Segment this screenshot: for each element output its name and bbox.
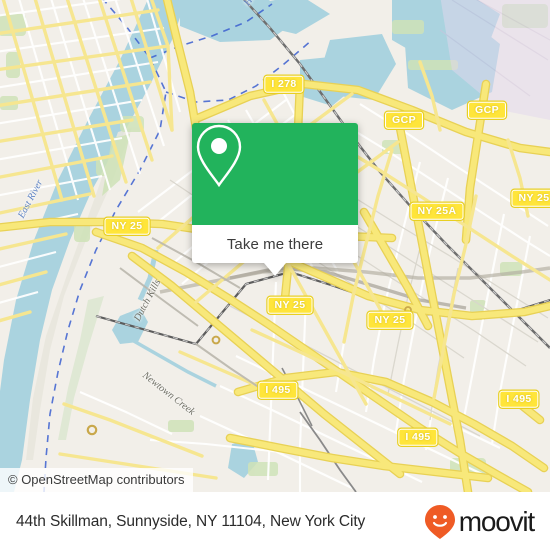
road-shield-gcp-west[interactable]: GCP [385, 111, 423, 129]
popup-pointer [264, 263, 286, 276]
map-canvas[interactable]: East River Hell Dutch Kills Newtown Cree… [0, 0, 550, 492]
moovit-pin-icon [424, 504, 455, 539]
moovit-logo[interactable]: moovit [424, 504, 535, 540]
popup-footer[interactable]: Take me there [192, 225, 358, 263]
address-label: 44th Skillman, Sunnyside, NY 11104, New … [16, 512, 366, 530]
take-me-there-label: Take me there [226, 235, 324, 253]
map-attribution[interactable]: © OpenStreetMap contributors [0, 468, 193, 492]
road-shield-ny-25-far-east[interactable]: NY 25 [511, 189, 550, 207]
popup-header [192, 123, 358, 225]
bottom-bar: 44th Skillman, Sunnyside, NY 11104, New … [0, 492, 550, 550]
road-shield-i-495-east[interactable]: I 495 [499, 390, 539, 408]
road-shield-ny-25-west[interactable]: NY 25 [104, 217, 150, 235]
moovit-wordmark: moovit [458, 505, 535, 537]
road-shield-i-278[interactable]: I 278 [264, 75, 304, 93]
road-shield-i-495-west[interactable]: I 495 [258, 381, 298, 399]
road-shield-ny-25-east[interactable]: NY 25 [367, 311, 413, 329]
destination-popup[interactable]: Take me there [192, 123, 358, 276]
map-screen: East River Hell Dutch Kills Newtown Cree… [0, 0, 550, 550]
road-shield-ny-25a[interactable]: NY 25A [410, 202, 464, 220]
road-shield-ny-25-center[interactable]: NY 25 [267, 296, 313, 314]
road-shield-gcp-east[interactable]: GCP [468, 101, 506, 119]
road-shield-i-495-south[interactable]: I 495 [398, 428, 438, 446]
map-pin-icon [196, 124, 242, 188]
